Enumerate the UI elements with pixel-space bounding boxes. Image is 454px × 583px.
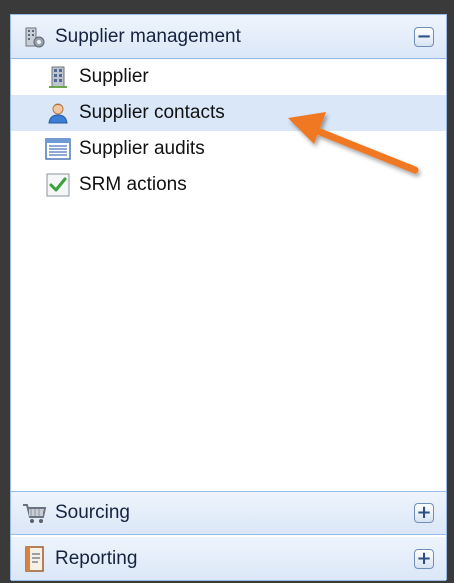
menu-item-label: Supplier <box>79 66 149 87</box>
section-title: Sourcing <box>55 502 130 523</box>
menu-item-supplier-audits[interactable]: Supplier audits <box>11 131 446 167</box>
contact-person-icon <box>45 100 71 126</box>
building-icon <box>45 64 71 90</box>
menu-item-label: Supplier contacts <box>79 102 225 123</box>
supplier-management-items: Supplier Supplier contacts Supplier audi… <box>11 59 446 203</box>
shopping-cart-icon <box>21 500 47 526</box>
checkmark-icon <box>45 172 71 198</box>
building-gear-icon <box>21 24 47 50</box>
menu-item-supplier-contacts[interactable]: Supplier contacts <box>11 95 446 131</box>
report-notebook-icon <box>21 545 47 572</box>
menu-item-srm-actions[interactable]: SRM actions <box>11 167 446 203</box>
supplier-management-header[interactable]: Supplier management − <box>11 15 446 59</box>
section-title: Reporting <box>55 547 138 569</box>
menu-item-supplier[interactable]: Supplier <box>11 59 446 95</box>
expand-button[interactable]: + <box>414 548 434 569</box>
app-frame: Supplier management − Supplier Supplier … <box>0 0 454 583</box>
expand-button[interactable]: + <box>414 503 434 523</box>
accordion-panel: Supplier management − Supplier Supplier … <box>10 14 447 581</box>
list-icon <box>45 136 71 162</box>
section-title: Supplier management <box>55 25 241 47</box>
menu-item-label: SRM actions <box>79 174 187 195</box>
menu-item-label: Supplier audits <box>79 138 205 159</box>
reporting-header[interactable]: Reporting + <box>11 537 446 581</box>
collapse-button[interactable]: − <box>414 26 434 47</box>
sourcing-header[interactable]: Sourcing + <box>11 491 446 535</box>
